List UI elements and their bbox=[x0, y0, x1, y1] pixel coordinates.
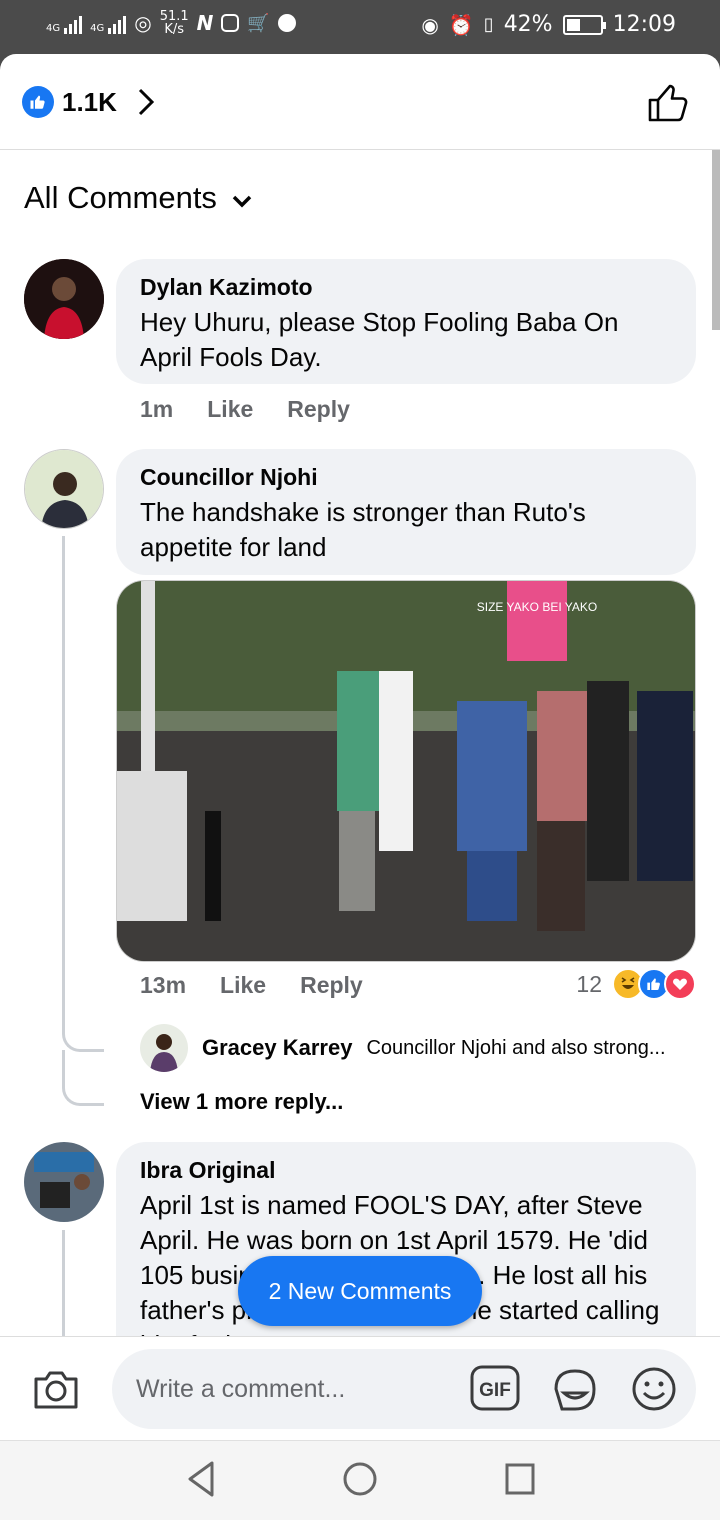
network-speed: 51.1 K/s bbox=[160, 10, 189, 36]
battery-icon bbox=[562, 14, 606, 35]
signal-icon: 4G bbox=[46, 12, 83, 34]
hotspot-icon: ◎ bbox=[134, 11, 152, 35]
thread-connector bbox=[62, 1050, 104, 1106]
comment-text: Hey Uhuru, please Stop Fooling Baba On A… bbox=[140, 307, 619, 372]
thread-line bbox=[62, 1230, 65, 1340]
reaction-summary[interactable]: 12 bbox=[576, 968, 696, 1000]
like-button[interactable]: Like bbox=[207, 396, 253, 423]
recents-nav-icon[interactable] bbox=[504, 1459, 536, 1504]
status-bar: 4G 4G ◎ 51.1 K/s N 🛒 ◉ ⏰ ▯ 42% 12:09 bbox=[0, 0, 720, 54]
clock: 12:09 bbox=[612, 12, 676, 37]
comment-time: 13m bbox=[140, 972, 187, 998]
app-screen: 4G 4G ◎ 51.1 K/s N 🛒 ◉ ⏰ ▯ 42% 12:09 1.1K bbox=[0, 0, 720, 1520]
reply-author[interactable]: Gracey Karrey bbox=[202, 1035, 352, 1061]
thumbs-up-icon[interactable] bbox=[646, 80, 690, 129]
messenger-icon bbox=[277, 14, 296, 32]
photo-scene: SIZE YAKO BEI YAKO bbox=[117, 581, 695, 961]
comment-bubble: Dylan Kazimoto Hey Uhuru, please Stop Fo… bbox=[116, 259, 696, 384]
like-button[interactable]: Like bbox=[220, 972, 266, 999]
signal-icon-2: 4G bbox=[90, 12, 127, 34]
comment-photo[interactable]: SIZE YAKO BEI YAKO bbox=[116, 580, 696, 962]
comment-author[interactable]: Dylan Kazimoto bbox=[140, 273, 672, 301]
comment-author[interactable]: Councillor Njohi bbox=[140, 463, 672, 491]
instagram-icon bbox=[221, 14, 240, 32]
camera-icon[interactable] bbox=[32, 1367, 80, 1416]
new-comments-button[interactable]: 2 New Comments bbox=[238, 1256, 482, 1326]
comments-sheet: 1.1K All Comments Dylan Kazimoto Hey Uhu… bbox=[0, 54, 720, 1440]
comment-placeholder: Write a comment... bbox=[136, 1375, 346, 1403]
gif-icon[interactable]: GIF bbox=[470, 1365, 520, 1416]
system-nav-bar bbox=[0, 1440, 720, 1520]
home-nav-icon[interactable] bbox=[342, 1459, 378, 1504]
shop-icon: 🛒 bbox=[247, 12, 270, 34]
reply-button[interactable]: Reply bbox=[287, 396, 350, 423]
eye-icon: ◉ bbox=[421, 12, 439, 37]
comment-time: 1m bbox=[140, 396, 174, 422]
comment-actions: 1m Like Reply bbox=[140, 396, 350, 423]
comment-text: The handshake is stronger than Ruto's ap… bbox=[140, 497, 586, 562]
reactions-header: 1.1K bbox=[0, 54, 720, 150]
emoji-icon[interactable] bbox=[630, 1365, 678, 1418]
chevron-down-icon bbox=[231, 180, 253, 216]
reaction-count[interactable]: 1.1K bbox=[62, 86, 117, 118]
comment-input[interactable]: Write a comment... GIF bbox=[112, 1349, 696, 1429]
nfc-icon: N bbox=[196, 11, 214, 35]
speed-unit: K/s bbox=[164, 22, 185, 37]
scrollbar[interactable] bbox=[712, 150, 720, 330]
sticker-icon[interactable] bbox=[550, 1365, 600, 1420]
avatar[interactable] bbox=[24, 1142, 104, 1222]
comment-actions: 13m Like Reply bbox=[140, 972, 363, 999]
reply-text: Councillor Njohi and also strong... bbox=[366, 1036, 666, 1059]
love-icon bbox=[664, 968, 696, 1000]
network-type: 4G bbox=[46, 23, 61, 34]
reply-button[interactable]: Reply bbox=[300, 972, 363, 999]
avatar[interactable] bbox=[140, 1024, 188, 1072]
comment-bubble: Councillor Njohi The handshake is strong… bbox=[116, 449, 696, 575]
avatar[interactable] bbox=[24, 449, 104, 529]
comment-composer: Write a comment... GIF bbox=[0, 1336, 720, 1440]
sort-label: All Comments bbox=[24, 180, 217, 215]
battery-percent: 42% bbox=[503, 12, 553, 37]
reply-preview[interactable]: Gracey Karrey Councillor Njohi and also … bbox=[140, 1024, 666, 1072]
thread-connector bbox=[62, 774, 104, 1052]
reaction-count: 12 bbox=[576, 970, 602, 997]
back-nav-icon[interactable] bbox=[184, 1459, 218, 1504]
alarm-icon: ⏰ bbox=[448, 12, 474, 37]
comment-sort-dropdown[interactable]: All Comments bbox=[24, 180, 253, 216]
thread-line bbox=[62, 536, 65, 776]
network-type-2: 4G bbox=[90, 23, 105, 34]
avatar[interactable] bbox=[24, 259, 104, 339]
vibrate-icon: ▯ bbox=[483, 14, 494, 35]
chevron-right-icon[interactable] bbox=[134, 84, 158, 127]
view-more-replies[interactable]: View 1 more reply... bbox=[140, 1089, 343, 1115]
comment-author[interactable]: Ibra Original bbox=[140, 1156, 672, 1184]
like-icon bbox=[22, 86, 54, 118]
billboard-text: SIZE YAKO BEI YAKO bbox=[477, 600, 598, 614]
gif-label: GIF bbox=[479, 1380, 511, 1401]
